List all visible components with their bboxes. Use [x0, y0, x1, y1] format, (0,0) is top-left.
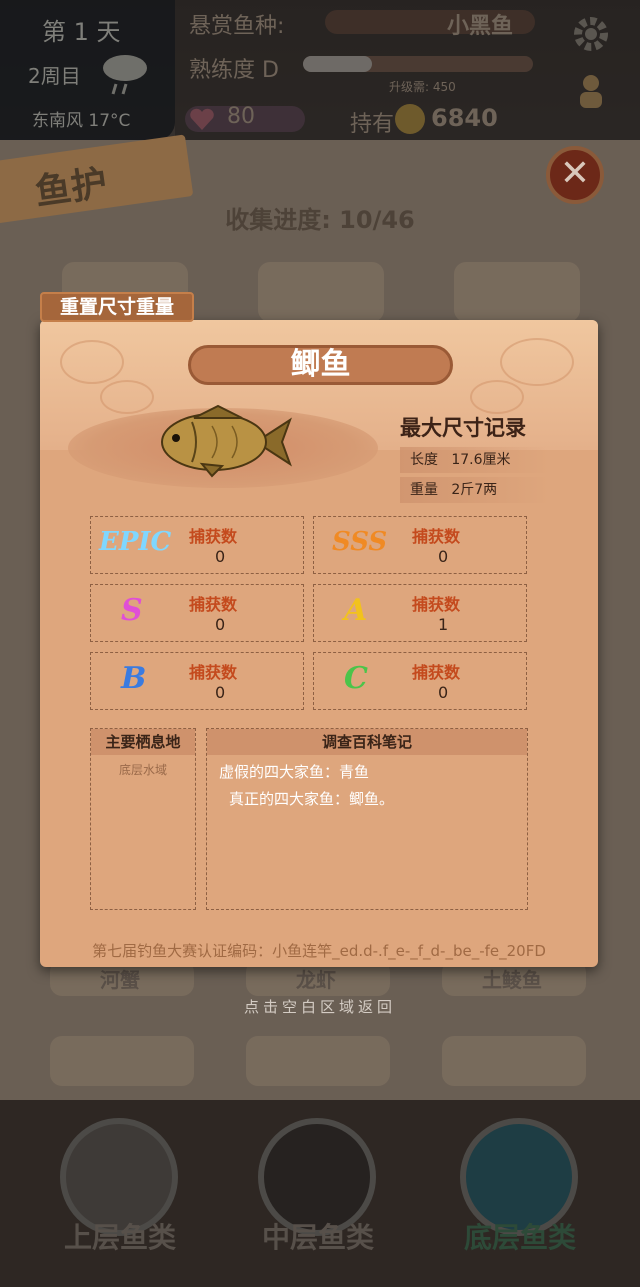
bounty-fish: 小黑鱼 — [447, 14, 514, 39]
collection-progress: 收集进度: 10/46 — [225, 206, 415, 234]
grade-a-box: A 捕获数 1 — [313, 584, 527, 642]
fish-slot[interactable] — [50, 1036, 194, 1086]
top-status-bar: 悬赏鱼种: 小黑鱼 熟练度 D 升级需: 450 80 持有 6840 — [175, 0, 640, 145]
max-record-title: 最大尺寸记录 — [400, 416, 526, 440]
fish-slot[interactable] — [442, 1036, 586, 1086]
fish-slot-label: 河蟹 — [100, 968, 140, 992]
proficiency-bar — [303, 56, 533, 72]
b-grade-icon: B — [121, 661, 147, 696]
habitat-panel: 主要栖息地 底层水域 — [90, 728, 196, 910]
crucian-carp-icon — [152, 402, 292, 482]
bounty-label: 悬赏鱼种: — [189, 14, 285, 39]
fish-name-title: 鲫鱼 — [188, 345, 453, 385]
length-record: 长度 17.6厘米 — [400, 447, 550, 473]
wind-label: 东南风 — [32, 111, 83, 131]
c-grade-icon: C — [344, 661, 368, 696]
tab-bottom-fish[interactable]: 底层鱼类 — [440, 1216, 600, 1256]
heart-icon — [187, 104, 217, 134]
fish-slot-label: 龙虾 — [296, 968, 336, 992]
reset-size-weight-button[interactable]: 重置尺寸重量 — [40, 292, 194, 322]
hp-value: 80 — [227, 104, 255, 129]
gear-icon[interactable] — [569, 12, 613, 56]
contest-code: 第七届钓鱼大赛认证编码：小鱼连竿_ed.d-.f_e-_f_d-_be_-fe_… — [92, 942, 546, 960]
day-label: 第 1 天 — [42, 18, 121, 46]
a-grade-icon: A — [344, 593, 368, 628]
upgrade-label: 升级需: 450 — [389, 80, 456, 94]
notes-title: 调查百科笔记 — [207, 729, 527, 755]
note-line: 真正的四大家鱼：鲫鱼。 — [229, 790, 395, 808]
fish-detail-dialog: 鲫鱼 最大尺寸记录 长度 17.6厘米 重量 2斤7两 EPIC 捕获数 0 S… — [40, 320, 598, 967]
grade-sss-box: SSS 捕获数 0 — [313, 516, 527, 574]
length-value: 17.6厘米 — [451, 452, 511, 468]
grade-c-box: C 捕获数 0 — [313, 652, 527, 710]
habitat-value: 底层水域 — [118, 763, 167, 777]
grade-b-box: B 捕获数 0 — [90, 652, 304, 710]
habitat-title: 主要栖息地 — [91, 729, 195, 755]
proficiency-grade: D — [262, 58, 279, 83]
coin-count: 6840 — [431, 104, 498, 132]
temperature-label: 17°C — [88, 111, 131, 131]
tab-upper-fish[interactable]: 上层鱼类 — [40, 1216, 200, 1256]
coin-icon — [395, 104, 425, 134]
fish-slot-label: 土鲮鱼 — [482, 968, 542, 992]
grade-s-box: S 捕获数 0 — [90, 584, 304, 642]
week-label: 2周目 — [28, 64, 81, 88]
note-line: 虚假的四大家鱼：青鱼 — [219, 763, 370, 781]
weather-panel: 第 1 天 2周目 东南风 17°C — [0, 0, 175, 140]
s-grade-icon: S — [121, 593, 143, 628]
fish-slot[interactable] — [258, 262, 384, 322]
epic-grade-icon: EPIC — [99, 527, 172, 557]
tab-middle-fish[interactable]: 中层鱼类 — [238, 1216, 398, 1256]
fish-slot[interactable] — [246, 1036, 390, 1086]
avatar[interactable] — [577, 74, 605, 108]
weight-label: 重量 — [410, 482, 438, 498]
weight-value: 2斤7两 — [451, 482, 498, 498]
bottom-tab-bar: 上层鱼类 中层鱼类 底层鱼类 — [0, 1100, 640, 1287]
sss-grade-icon: SSS — [332, 527, 388, 557]
proficiency-fill — [303, 56, 372, 72]
rain-cloud-icon — [100, 50, 150, 95]
notes-panel: 调查百科笔记 虚假的四大家鱼：青鱼 真正的四大家鱼：鲫鱼。 — [206, 728, 528, 910]
close-button[interactable]: ✕ — [546, 146, 604, 204]
proficiency-label: 熟练度 — [189, 58, 256, 83]
holding-label: 持有 — [350, 112, 395, 137]
weight-record: 重量 2斤7两 — [400, 477, 550, 503]
grade-epic-box: EPIC 捕获数 0 — [90, 516, 304, 574]
fish-slot[interactable] — [454, 262, 580, 322]
return-hint[interactable]: 点击空白区域返回 — [0, 996, 640, 1017]
length-label: 长度 — [410, 452, 438, 468]
